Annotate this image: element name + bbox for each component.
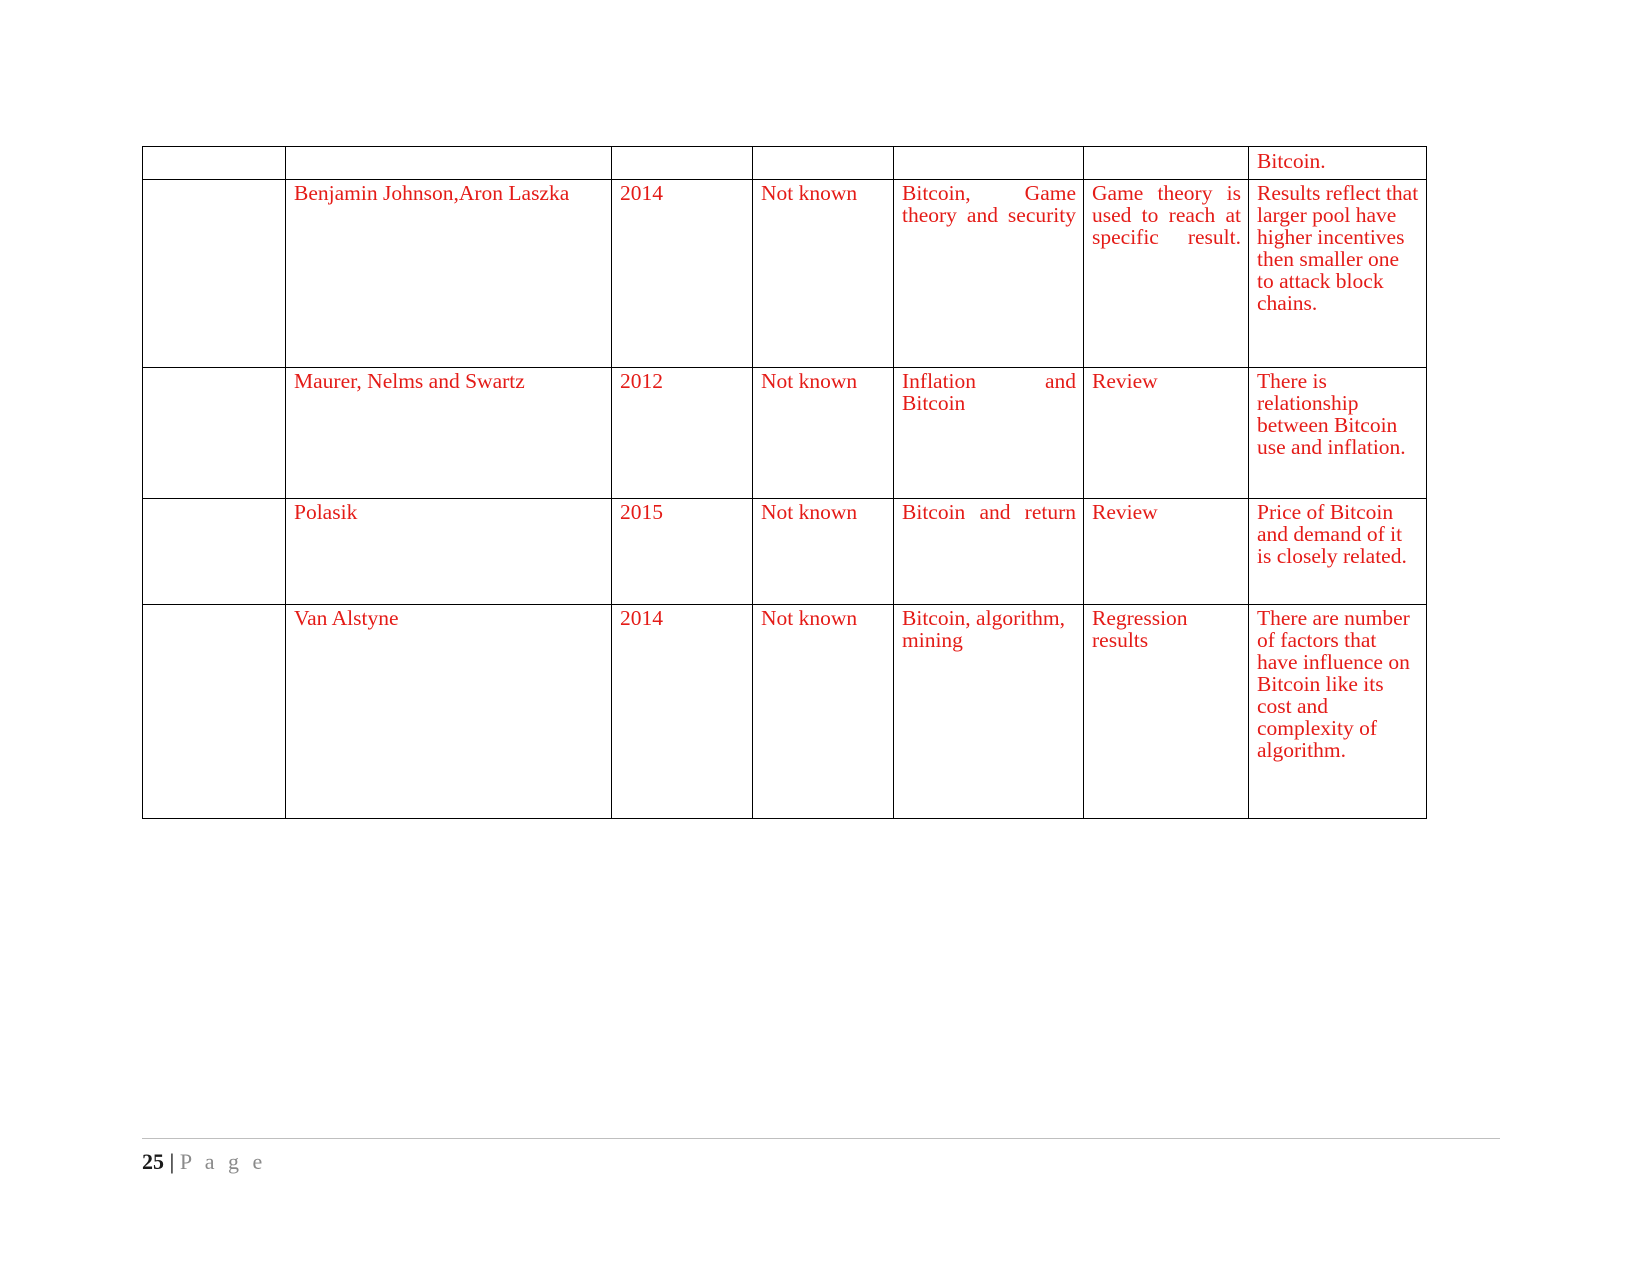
cell-col0 — [142, 367, 286, 500]
cell-sample: Not known — [752, 367, 894, 500]
cell-sample: Not known — [752, 498, 894, 606]
cell-variables: Bitcoin and return — [893, 498, 1084, 606]
cell-continued-variables — [893, 145, 1084, 181]
literature-review-table: Bitcoin. Benjamin Johnson,Aron Laszka 20… — [142, 145, 1427, 820]
footer-divider — [142, 1138, 1500, 1139]
cell-continued-findings: Bitcoin. — [1248, 145, 1427, 181]
footer-separator: | — [164, 1149, 180, 1174]
cell-author: Van Alstyne — [285, 604, 612, 820]
footer-page-indicator: 25 | P a g e — [142, 1149, 1500, 1175]
cell-findings: There is relationship between Bitcoin us… — [1248, 367, 1427, 500]
cell-year: 2014 — [611, 604, 753, 820]
table-row: Maurer, Nelms and Swartz 2012 Not known … — [142, 367, 1427, 500]
cell-variables: Bitcoin, algorithm, mining — [893, 604, 1084, 820]
page-footer: 25 | P a g e — [142, 1138, 1500, 1175]
cell-continued-sample — [752, 145, 894, 181]
cell-findings: Results reflect that larger pool have hi… — [1248, 179, 1427, 369]
cell-continued-col0 — [142, 145, 286, 181]
table-row: Benjamin Johnson,Aron Laszka 2014 Not kn… — [142, 179, 1427, 369]
literature-review-table-wrapper: Bitcoin. Benjamin Johnson,Aron Laszka 20… — [142, 145, 1427, 820]
cell-method: Game theory is used to reach at specific… — [1083, 179, 1249, 369]
cell-method: Review — [1083, 367, 1249, 500]
cell-year: 2014 — [611, 179, 753, 369]
table-row: Van Alstyne 2014 Not known Bitcoin, algo… — [142, 604, 1427, 820]
table-row-continued: Bitcoin. — [142, 145, 1427, 181]
cell-col0 — [142, 604, 286, 820]
cell-findings: Price of Bitcoin and demand of it is clo… — [1248, 498, 1427, 606]
table-row: Polasik 2015 Not known Bitcoin and retur… — [142, 498, 1427, 606]
cell-method: Regression results — [1083, 604, 1249, 820]
cell-author: Benjamin Johnson,Aron Laszka — [285, 179, 612, 369]
cell-author: Maurer, Nelms and Swartz — [285, 367, 612, 500]
footer-page-label: P a g e — [179, 1149, 267, 1174]
document-page: Bitcoin. Benjamin Johnson,Aron Laszka 20… — [0, 0, 1650, 1275]
cell-year: 2015 — [611, 498, 753, 606]
cell-continued-author — [285, 145, 612, 181]
cell-col0 — [142, 179, 286, 369]
cell-sample: Not known — [752, 179, 894, 369]
cell-findings: There are number of factors that have in… — [1248, 604, 1427, 820]
cell-variables: Bitcoin, Game theory and security — [893, 179, 1084, 369]
cell-method: Review — [1083, 498, 1249, 606]
cell-year: 2012 — [611, 367, 753, 500]
cell-continued-year — [611, 145, 753, 181]
cell-continued-method — [1083, 145, 1249, 181]
cell-sample: Not known — [752, 604, 894, 820]
cell-author: Polasik — [285, 498, 612, 606]
cell-variables: Inflation and Bitcoin — [893, 367, 1084, 500]
footer-page-number: 25 — [142, 1149, 164, 1174]
cell-col0 — [142, 498, 286, 606]
